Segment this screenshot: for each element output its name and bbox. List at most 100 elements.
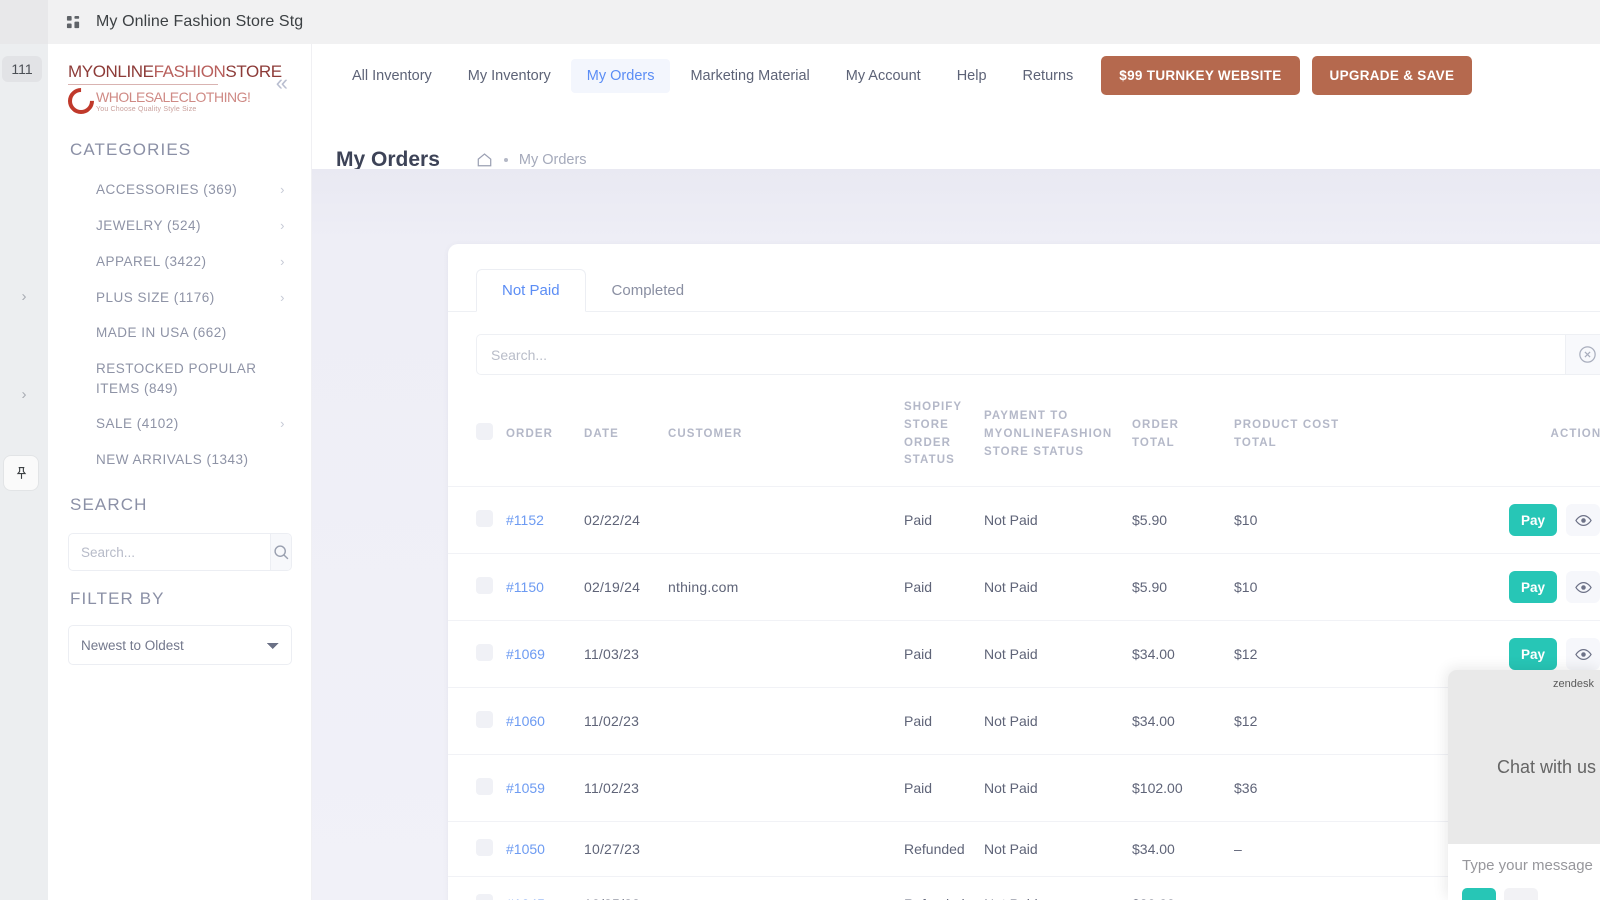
row-checkbox[interactable]: [476, 510, 493, 528]
order-link[interactable]: #1150: [506, 579, 544, 595]
cell-customer: [668, 754, 904, 822]
category-item-jewelry[interactable]: JEWELRY (524) ›: [48, 208, 293, 244]
rail-count-badge[interactable]: 111: [2, 56, 42, 82]
zendesk-chat-widget[interactable]: zendesk Chat with us: [1448, 670, 1600, 900]
cell-shopify-status: Paid: [904, 486, 984, 554]
eye-icon[interactable]: [1566, 638, 1600, 671]
logo-part-fashion: FASHION: [153, 62, 226, 81]
table-row[interactable]: #1152 02/22/24 Paid Not Paid $5.90 $10 P…: [448, 486, 1600, 554]
table-row[interactable]: #1050 10/27/23 Refunded Not Paid $34.00 …: [448, 821, 1600, 877]
chevron-right-icon: ›: [280, 217, 285, 233]
category-item-new-arrivals[interactable]: NEW ARRIVALS (1343): [48, 442, 293, 478]
turnkey-website-button[interactable]: $99 TURNKEY WEBSITE: [1101, 56, 1300, 95]
order-link[interactable]: #1059: [506, 780, 545, 796]
chat-send-button[interactable]: [1462, 888, 1496, 900]
nav-my-orders[interactable]: My Orders: [570, 58, 671, 93]
table-row[interactable]: #1059 11/02/23 Paid Not Paid $102.00 $36…: [448, 754, 1600, 822]
order-link[interactable]: #1045: [506, 896, 545, 900]
cell-order: #1045: [506, 876, 584, 900]
row-checkbox[interactable]: [476, 778, 493, 796]
cell-customer: [668, 687, 904, 755]
category-label: RESTOCKED POPULAR ITEMS (849): [96, 360, 257, 396]
cell-order: #1152: [506, 486, 584, 554]
cell-shopify-status: Paid: [904, 754, 984, 822]
nav-returns[interactable]: Returns: [1007, 59, 1090, 93]
category-item-accessories[interactable]: ACCESSORIES (369) ›: [48, 172, 293, 208]
pay-button[interactable]: Pay: [1508, 638, 1557, 671]
order-link[interactable]: #1050: [506, 841, 545, 857]
row-checkbox[interactable]: [476, 577, 493, 595]
row-checkbox[interactable]: [476, 644, 493, 662]
chrome-left-gutter: [0, 0, 48, 44]
pin-icon[interactable]: [4, 456, 38, 490]
table-row[interactable]: #1045 10/25/23 Refunded Not Paid $30.00 …: [448, 876, 1600, 900]
nav-marketing-material[interactable]: Marketing Material: [674, 59, 825, 93]
rail-expand-chevron-icon-2[interactable]: ›: [0, 384, 48, 404]
sidebar-search-input[interactable]: [69, 534, 270, 571]
order-link[interactable]: #1060: [506, 713, 545, 729]
select-all-checkbox[interactable]: [476, 422, 493, 440]
orders-search-input[interactable]: [476, 334, 1565, 375]
cell-date: 10/25/23: [584, 876, 668, 900]
nav-my-account[interactable]: My Account: [830, 59, 937, 93]
row-checkbox[interactable]: [476, 894, 493, 900]
cell-order-total: $34.00: [1132, 687, 1234, 755]
cell-order-total: $34.00: [1132, 620, 1234, 688]
circle-x-icon[interactable]: [1565, 334, 1600, 375]
header-actions: ACTIONS: [1550, 427, 1600, 440]
cell-order-total: $34.00: [1132, 821, 1234, 877]
eye-icon[interactable]: [1566, 571, 1600, 604]
pay-button[interactable]: Pay: [1508, 571, 1557, 604]
upgrade-and-save-button[interactable]: UPGRADE & SAVE: [1311, 56, 1473, 95]
logo-divider: [68, 84, 218, 85]
cell-payment-status: Not Paid: [984, 486, 1132, 554]
row-select-cell: [448, 553, 506, 621]
cell-order: #1069: [506, 620, 584, 688]
chat-footer-actions: [1448, 888, 1600, 900]
order-link[interactable]: #1069: [506, 646, 545, 662]
nav-my-inventory[interactable]: My Inventory: [452, 59, 567, 93]
nav-all-inventory[interactable]: All Inventory: [336, 59, 448, 93]
chevron-double-left-icon[interactable]: «: [276, 70, 288, 96]
home-icon[interactable]: [476, 152, 493, 168]
table-row[interactable]: #1150 02/19/24 nthing.com Paid Not Paid …: [448, 553, 1600, 621]
brand-logo[interactable]: MYONLINEFASHIONSTORE WHOLESALECLOTHING! …: [48, 44, 311, 122]
orders-card: Not Paid Completed ORDER: [448, 244, 1600, 900]
category-item-sale[interactable]: SALE (4102) ›: [48, 406, 293, 442]
row-checkbox[interactable]: [476, 711, 493, 729]
cell-payment-status: Not Paid: [984, 620, 1132, 688]
eye-icon[interactable]: [1566, 504, 1600, 537]
cell-product-cost-total: $12: [1234, 687, 1374, 755]
order-link[interactable]: #1152: [506, 512, 544, 528]
pay-button[interactable]: Pay: [1508, 504, 1557, 537]
cell-customer: nthing.com: [668, 553, 904, 621]
nav-help[interactable]: Help: [941, 59, 1003, 93]
header-customer: CUSTOMER: [668, 427, 743, 440]
table-row[interactable]: #1069 11/03/23 Paid Not Paid $34.00 $12 …: [448, 620, 1600, 688]
category-item-restocked-popular-items[interactable]: RESTOCKED POPULAR ITEMS (849): [48, 351, 293, 406]
breadcrumb-current: My Orders: [518, 151, 587, 168]
logo-tagline: You Choose Quality Style Size: [96, 105, 197, 113]
category-item-plus-size[interactable]: PLUS SIZE (1176) ›: [48, 280, 293, 316]
chat-attach-button[interactable]: [1504, 888, 1538, 900]
sort-filter-select[interactable]: Newest to Oldest Oldest to Newest: [68, 625, 292, 666]
header-payment-status: PAYMENT TO MYONLINEFASHION STORE STATUS: [984, 409, 1113, 458]
row-select-cell: [448, 620, 506, 688]
cell-order: #1059: [506, 754, 584, 822]
rail-expand-chevron-icon-1[interactable]: ›: [0, 286, 48, 306]
category-item-apparel[interactable]: APPAREL (3422) ›: [48, 244, 293, 280]
table-row[interactable]: #1060 11/02/23 Paid Not Paid $34.00 $12 …: [448, 687, 1600, 755]
cell-product-cost-total: –: [1234, 821, 1374, 877]
categories-heading: CATEGORIES: [70, 140, 192, 159]
chat-message-input[interactable]: [1462, 857, 1600, 874]
apps-grid-icon: [64, 13, 82, 31]
category-item-made-in-usa[interactable]: MADE IN USA (662): [48, 315, 293, 351]
tab-completed[interactable]: Completed: [586, 269, 711, 312]
cell-shopify-status: Paid: [904, 553, 984, 621]
cell-order-total: $5.90: [1132, 486, 1234, 554]
search-icon[interactable]: [270, 534, 291, 571]
left-rail: 111 › ›: [0, 44, 48, 900]
tab-not-paid[interactable]: Not Paid: [476, 269, 586, 312]
cell-shopify-status: Refunded: [904, 821, 984, 877]
row-checkbox[interactable]: [476, 839, 493, 857]
